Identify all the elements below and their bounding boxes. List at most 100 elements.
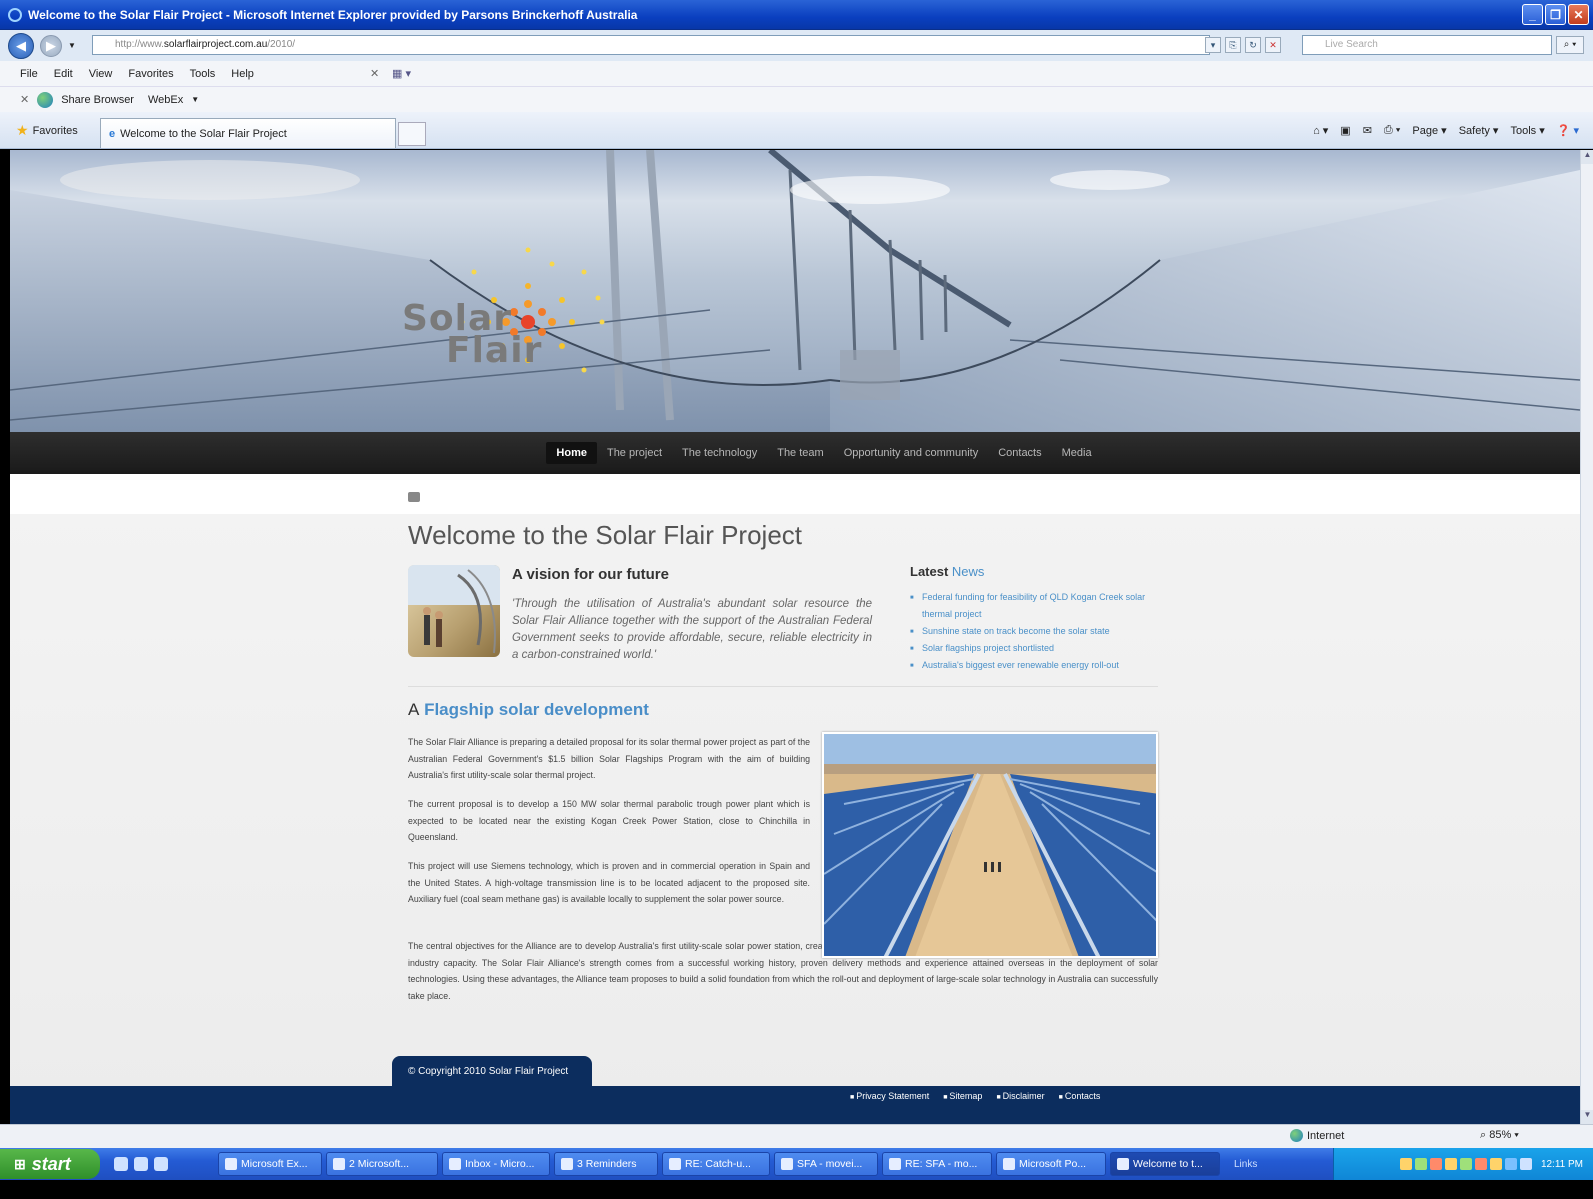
news-link[interactable]: Solar flagships project shortlisted <box>910 640 1160 658</box>
favorites-button[interactable]: ★ Favorites <box>16 122 78 139</box>
flagship-heading-a: A <box>408 700 420 719</box>
nav-project[interactable]: The project <box>597 442 672 464</box>
home-icon[interactable]: ⌂ ▾ <box>1313 124 1328 137</box>
zone-label: Internet <box>1307 1129 1345 1142</box>
solar-flair-logo[interactable]: Solar Flair <box>402 242 622 382</box>
taskbar-item-active[interactable]: Welcome to t... <box>1110 1152 1220 1176</box>
tray-icon[interactable] <box>1399 1158 1412 1170</box>
page-viewport: Solar Flair Home The project The technol… <box>10 150 1580 1124</box>
webex-dropdown-icon[interactable]: ▼ <box>191 95 199 104</box>
print-page-icon[interactable] <box>408 492 420 502</box>
close-toolbar-icon[interactable]: ✕ <box>370 67 379 80</box>
nav-home[interactable]: Home <box>546 442 597 464</box>
solar-field-photo <box>822 732 1158 958</box>
taskbar-item[interactable]: RE: Catch-u... <box>662 1152 770 1176</box>
menu-edit[interactable]: Edit <box>54 68 73 80</box>
search-placeholder: Live Search <box>1325 39 1378 50</box>
toolbar-options-icon[interactable]: ▦ ▾ <box>392 67 411 80</box>
task-label: Inbox - Micro... <box>465 1158 535 1170</box>
tray-icon[interactable] <box>1459 1158 1472 1170</box>
nav-media[interactable]: Media <box>1052 442 1102 464</box>
zoom-level[interactable]: ⌕ 85% ▾ <box>1480 1129 1519 1142</box>
history-dropdown-icon[interactable]: ▼ <box>68 41 76 50</box>
latest-news: Latest News Federal funding for feasibil… <box>910 564 1160 675</box>
ie-quicklaunch-icon[interactable] <box>114 1157 128 1171</box>
taskbar-item[interactable]: RE: SFA - mo... <box>882 1152 992 1176</box>
vertical-scrollbar[interactable]: ▲ ▼ <box>1580 150 1593 1124</box>
site-nav: Home The project The technology The team… <box>10 432 1580 474</box>
close-button[interactable]: ✕ <box>1568 4 1589 25</box>
new-tab-button[interactable] <box>398 122 426 146</box>
taskbar-item[interactable]: Microsoft Ex... <box>218 1152 322 1176</box>
help-icon[interactable]: ❓ ▾ <box>1557 124 1579 137</box>
minimize-button[interactable]: _ <box>1522 4 1543 25</box>
nav-opportunity[interactable]: Opportunity and community <box>834 442 989 464</box>
taskbar-item[interactable]: 3 Reminders <box>554 1152 658 1176</box>
forward-button[interactable]: ▶ <box>40 34 62 57</box>
tab-active[interactable]: e Welcome to the Solar Flair Project <box>100 118 396 148</box>
stop-icon[interactable]: ✕ <box>1265 37 1281 53</box>
back-button[interactable]: ◀ <box>8 32 34 59</box>
compatibility-icon[interactable]: ⎘ <box>1225 37 1241 53</box>
favorites-label: Favorites <box>32 124 78 137</box>
star-icon: ★ <box>16 122 29 138</box>
footer-link-sitemap[interactable]: Sitemap <box>943 1091 982 1101</box>
task-label: 3 Reminders <box>577 1158 637 1170</box>
news-link[interactable]: Australia's biggest ever renewable energ… <box>910 657 1160 675</box>
news-link[interactable]: Sunshine state on track become the solar… <box>910 623 1160 641</box>
nav-team[interactable]: The team <box>767 442 833 464</box>
tray-icon[interactable] <box>1489 1158 1502 1170</box>
tray-icon[interactable] <box>1444 1158 1457 1170</box>
tray-icon[interactable] <box>1519 1158 1532 1170</box>
search-icon[interactable]: ⌕ ▾ <box>1556 36 1584 54</box>
footer-link-disclaimer[interactable]: Disclaimer <box>996 1091 1045 1101</box>
footer-link-contacts[interactable]: Contacts <box>1059 1091 1101 1101</box>
taskbar-item[interactable]: Inbox - Micro... <box>442 1152 550 1176</box>
tools-menu[interactable]: Tools ▾ <box>1510 124 1544 137</box>
window-title: Welcome to the Solar Flair Project - Mic… <box>28 7 638 22</box>
task-label: SFA - movei... <box>797 1158 863 1170</box>
feeds-icon[interactable]: ▣ <box>1340 124 1350 137</box>
start-button[interactable]: ⊞ start <box>0 1149 100 1179</box>
scroll-up-icon[interactable]: ▲ <box>1581 150 1593 164</box>
menu-tools[interactable]: Tools <box>190 68 216 80</box>
tray-icon[interactable] <box>1474 1158 1487 1170</box>
outlook-quicklaunch-icon[interactable] <box>154 1157 168 1171</box>
clock[interactable]: 12:11 PM <box>1541 1159 1583 1170</box>
nav-contacts[interactable]: Contacts <box>988 442 1051 464</box>
tab-title: Welcome to the Solar Flair Project <box>120 127 287 140</box>
menu-favorites[interactable]: Favorites <box>128 68 173 80</box>
menu-help[interactable]: Help <box>231 68 254 80</box>
nav-technology[interactable]: The technology <box>672 442 767 464</box>
taskbar-item[interactable]: SFA - movei... <box>774 1152 878 1176</box>
vision-quote: 'Through the utilisation of Australia's … <box>512 598 872 661</box>
solar-trough-photo <box>10 150 1580 432</box>
tray-icon[interactable] <box>1429 1158 1442 1170</box>
search-input[interactable]: Live Search <box>1302 35 1552 55</box>
refresh-icon[interactable]: ↻ <box>1245 37 1261 53</box>
webex-button[interactable]: WebEx <box>148 94 183 106</box>
site-footer: Privacy Statement Sitemap Disclaimer Con… <box>10 1086 1580 1124</box>
maximize-button[interactable]: ❐ <box>1545 4 1566 25</box>
address-dropdown-icon[interactable]: ▾ <box>1205 37 1221 53</box>
menu-view[interactable]: View <box>89 68 113 80</box>
desktop-quicklaunch-icon[interactable] <box>134 1157 148 1171</box>
links-toolbar-label[interactable]: Links <box>1234 1159 1257 1170</box>
print-icon[interactable]: ⎙ ▾ <box>1384 124 1400 137</box>
safety-menu-label: Safety <box>1458 125 1490 137</box>
menu-file[interactable]: File <box>20 68 38 80</box>
taskbar-item[interactable]: 2 Microsoft... <box>326 1152 438 1176</box>
tray-icon[interactable] <box>1504 1158 1517 1170</box>
safety-menu[interactable]: Safety ▾ <box>1459 124 1499 137</box>
share-browser-button[interactable]: Share Browser <box>61 94 134 106</box>
taskbar-item[interactable]: Microsoft Po... <box>996 1152 1106 1176</box>
footer-link-privacy[interactable]: Privacy Statement <box>850 1091 929 1101</box>
mail-icon[interactable]: ✉ <box>1363 124 1372 137</box>
tray-icon[interactable] <box>1414 1158 1427 1170</box>
page-menu[interactable]: Page ▾ <box>1412 124 1446 137</box>
close-links-icon[interactable]: ✕ <box>20 93 29 106</box>
news-link[interactable]: Federal funding for feasibility of QLD K… <box>910 589 1160 623</box>
address-input[interactable]: http://www.solarflairproject.com.au/2010… <box>92 35 1210 55</box>
task-label: 2 Microsoft... <box>349 1158 410 1170</box>
scroll-down-icon[interactable]: ▼ <box>1581 1110 1593 1124</box>
